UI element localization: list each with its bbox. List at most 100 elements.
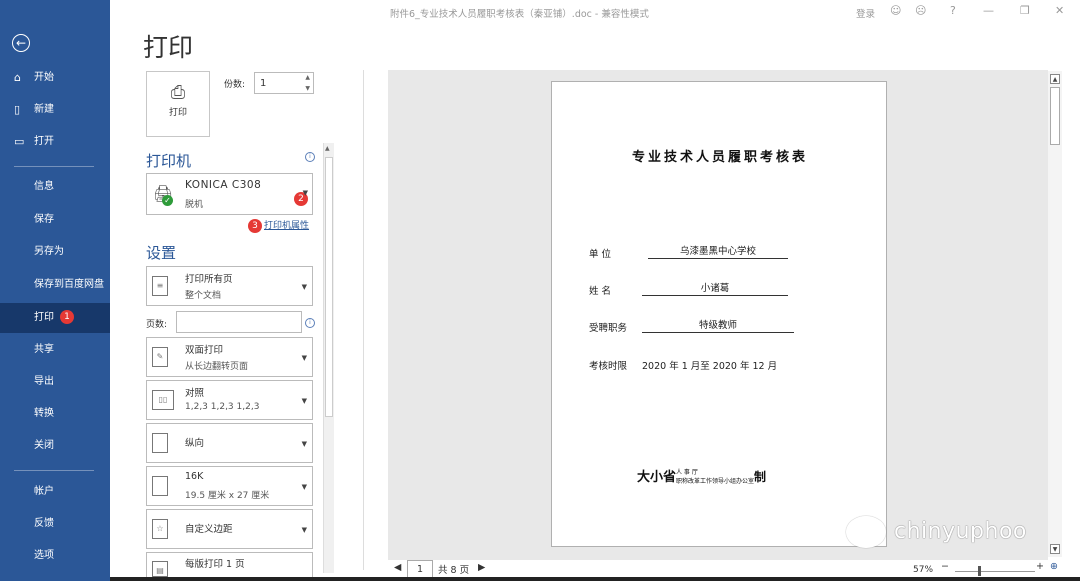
pages-input[interactable]	[176, 311, 302, 333]
pages-per-sheet-dropdown[interactable]: ▤ 每版打印 1 页	[146, 552, 313, 578]
printer-name: KONICA C308	[185, 179, 262, 191]
document-heading: 专业技术人员履职考核表	[631, 150, 808, 165]
sidebar-item-convert[interactable]: 转换	[0, 399, 110, 429]
chevron-down-icon: ▼	[301, 440, 307, 448]
pages-label: 页数:	[146, 320, 168, 330]
printer-status: 脱机	[185, 200, 204, 210]
scrollbar-thumb[interactable]	[325, 157, 333, 417]
pages-per-sheet-icon: ▤	[152, 561, 168, 577]
scroll-up-icon[interactable]: ▲	[1050, 74, 1060, 84]
page-total: 共 8 页	[438, 565, 470, 576]
scroll-up-icon[interactable]: ▲	[325, 145, 330, 152]
smiley-icon[interactable]: ☺	[890, 4, 901, 17]
sidebar-item-print[interactable]: 打印 1	[0, 303, 110, 333]
minimize-icon[interactable]: —	[983, 4, 994, 17]
spin-arrows-icon[interactable]: ▲ ▼	[305, 72, 310, 94]
field-value-period: 2020 年 1 月至 2020 年 12 月	[642, 361, 778, 372]
sidebar-item-save[interactable]: 保存	[0, 205, 110, 235]
zoom-level: 57%	[913, 565, 934, 575]
duplex-dropdown[interactable]: ✎ 双面打印 从长边翻转页面 ▼	[146, 337, 313, 377]
copies-stepper[interactable]: 1 ▲ ▼	[254, 72, 314, 94]
pages-icon: ≡	[152, 276, 168, 296]
step-badge-1: 1	[60, 310, 74, 324]
copies-label: 份数:	[224, 80, 246, 90]
chevron-down-icon: ▼	[301, 354, 307, 362]
window-title: 附件6_专业技术人员履职考核表（秦亚铺）.doc - 兼容性模式	[390, 9, 649, 20]
taskbar-strip	[110, 577, 1080, 581]
help-icon[interactable]: ?	[950, 4, 956, 17]
close-window-icon[interactable]: ✕	[1055, 4, 1064, 17]
sidebar-divider	[14, 166, 94, 167]
zoom-slider[interactable]	[955, 571, 1035, 572]
scrollbar-thumb[interactable]	[1050, 87, 1060, 145]
sidebar-item-export[interactable]: 导出	[0, 367, 110, 397]
field-value-name: 小诸葛	[642, 283, 788, 296]
sidebar-item-options[interactable]: 选项	[0, 541, 110, 571]
sidebar-item-save-as[interactable]: 另存为	[0, 237, 110, 267]
printer-icon: ⎙	[170, 82, 186, 103]
printer-section-title: 打印机	[146, 152, 192, 170]
sidebar-item-new[interactable]: ▯ 新建	[0, 95, 110, 125]
back-arrow-icon[interactable]: ←	[12, 34, 30, 52]
collate-icon: ▯▯	[152, 390, 174, 410]
fit-page-icon[interactable]: ⊕	[1050, 561, 1058, 572]
paper-size-icon	[152, 476, 168, 496]
orientation-dropdown[interactable]: 纵向 ▼	[146, 423, 313, 463]
sidebar-item-close[interactable]: 关闭	[0, 431, 110, 461]
field-label-position: 受聘职务	[589, 323, 628, 334]
duplex-icon: ✎	[152, 347, 168, 367]
portrait-icon	[152, 433, 168, 453]
sidebar-item-share[interactable]: 共享	[0, 335, 110, 365]
margins-icon: ☆	[152, 519, 168, 539]
login-link[interactable]: 登录	[856, 6, 875, 20]
backstage-sidebar: ← ⌂ 开始 ▯ 新建 ▭ 打开 信息 保存 另存为 保存到百度网盘 打印 1 共…	[0, 0, 110, 581]
restore-icon[interactable]: ❐	[1020, 4, 1030, 17]
sidebar-item-account[interactable]: 帐户	[0, 477, 110, 507]
info-icon[interactable]: i	[305, 318, 315, 328]
printer-properties-link[interactable]: 3 打印机属性	[248, 218, 309, 233]
document-page-preview: 专业技术人员履职考核表 单 位 乌漆墨黑中心学校 姓 名 小诸葛 受聘职务 特级…	[551, 81, 887, 547]
issuer-bottom-line: 职称改革工作领导小组办公室	[676, 478, 755, 485]
sidebar-item-home[interactable]: ⌂ 开始	[0, 63, 110, 93]
prev-page-icon[interactable]: ◀	[394, 562, 401, 573]
chevron-down-icon: ▼	[301, 526, 307, 534]
zoom-out-icon[interactable]: −	[941, 561, 949, 572]
zoom-in-icon[interactable]: +	[1036, 561, 1044, 572]
field-value-position: 特级教师	[642, 320, 794, 333]
paper-size-dropdown[interactable]: 16K 19.5 厘米 x 27 厘米 ▼	[146, 466, 313, 506]
next-page-icon[interactable]: ▶	[478, 562, 485, 573]
settings-scrollbar[interactable]: ▲	[323, 143, 334, 573]
chevron-down-icon: ▼	[302, 189, 308, 197]
issuer-top-line: 人 事 厅	[676, 469, 698, 476]
sidebar-divider	[14, 470, 94, 471]
field-label-period: 考核时限	[589, 361, 628, 372]
document-issuer: 大小省人 事 厅职称改革工作领导小组办公室制	[637, 469, 767, 485]
sidebar-item-feedback[interactable]: 反馈	[0, 509, 110, 539]
collate-dropdown[interactable]: ▯▯ 对照 1,2,3 1,2,3 1,2,3 ▼	[146, 380, 313, 420]
chevron-down-icon: ▼	[301, 397, 307, 405]
home-icon: ⌂	[14, 71, 21, 84]
field-label-unit: 单 位	[589, 249, 612, 260]
info-icon[interactable]: i	[305, 152, 315, 162]
print-button[interactable]: ⎙ 打印	[146, 71, 210, 137]
print-range-dropdown[interactable]: ≡ 打印所有页 整个文档 ▼	[146, 266, 313, 306]
scroll-down-icon[interactable]: ▼	[1050, 544, 1060, 554]
sidebar-item-info[interactable]: 信息	[0, 172, 110, 202]
frown-icon[interactable]: ☹	[915, 4, 926, 17]
title-bar: 附件6_专业技术人员履职考核表（秦亚铺）.doc - 兼容性模式 登录 ☺ ☹ …	[110, 0, 1080, 24]
page-number-input[interactable]: 1	[407, 560, 433, 578]
sidebar-item-open[interactable]: ▭ 打开	[0, 127, 110, 157]
field-label-name: 姓 名	[589, 286, 612, 297]
zoom-slider-thumb[interactable]	[978, 566, 981, 576]
ready-check-icon: ✓	[162, 195, 173, 206]
sidebar-item-save-to-baidu[interactable]: 保存到百度网盘	[0, 270, 110, 300]
printer-dropdown[interactable]: 🖨 ✓ KONICA C308 脱机 2 ▼	[146, 173, 313, 215]
wechat-logo-icon	[846, 516, 886, 548]
margins-dropdown[interactable]: ☆ 自定义边距 ▼	[146, 509, 313, 549]
chevron-down-icon: ▼	[301, 483, 307, 491]
chevron-down-icon: ▼	[301, 283, 307, 291]
page-title: 打印	[143, 33, 194, 62]
preview-scrollbar[interactable]: ▲ ▼	[1048, 71, 1062, 557]
step-badge-3: 3	[248, 218, 262, 233]
watermark: chinyuphoo	[846, 516, 1027, 548]
